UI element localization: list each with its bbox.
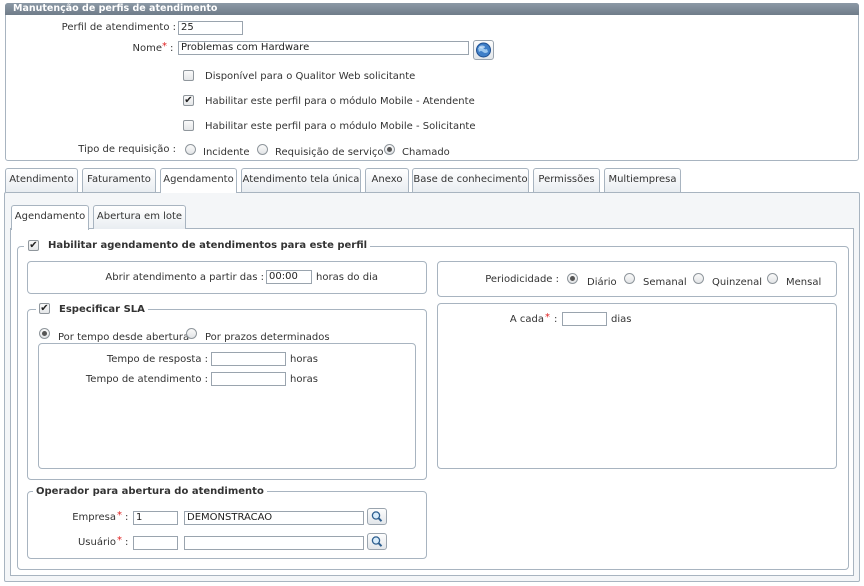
acada-suffix: dias <box>611 314 632 325</box>
periodo-mensal-label: Mensal <box>786 277 822 288</box>
globe-icon <box>476 42 491 58</box>
empresa-search-button[interactable] <box>367 508 387 525</box>
periodo-semanal-radio[interactable] <box>624 273 635 284</box>
tipo-requisicao-radio[interactable] <box>257 144 268 155</box>
tipo-label: Tipo de requisição : <box>78 144 176 155</box>
acada-required-mark: * <box>545 312 550 323</box>
tipo-incidente-label: Incidente <box>203 147 250 158</box>
resp-suffix: horas <box>290 354 318 365</box>
sla-label: Especificar SLA <box>56 304 148 315</box>
nome-required-mark: * <box>162 41 167 52</box>
atend-input[interactable] <box>211 372 286 386</box>
enable-agendamento-check: ✔ <box>29 240 38 251</box>
usuario-name-input[interactable] <box>184 536 364 550</box>
atend-label: Tempo de atendimento : <box>85 374 208 385</box>
nome-label: Nome <box>132 43 163 54</box>
tipo-requisicao-label: Requisição de serviço <box>275 147 384 158</box>
enable-agendamento-label: Habilitar agendamento de atendimentos pa… <box>45 240 371 251</box>
atend-suffix: horas <box>290 374 318 385</box>
resp-input[interactable] <box>211 352 286 366</box>
nome-colon: : <box>170 43 174 54</box>
enable-agendamento-checkbox[interactable]: ✔ <box>28 240 39 251</box>
mobile-atendente-check: ✔ <box>184 95 193 106</box>
tab-agendamento[interactable]: Agendamento <box>160 168 237 193</box>
mobile-atendente-checkbox[interactable]: ✔ <box>183 95 194 106</box>
nome-input[interactable]: Problemas com Hardware <box>178 41 469 55</box>
periodo-diario-radio[interactable] <box>567 273 578 284</box>
translate-globe-button[interactable] <box>473 40 494 60</box>
acada-box <box>437 303 837 469</box>
search-icon <box>371 536 383 547</box>
tab-atendimento-tela-unica[interactable]: Atendimento tela única <box>241 168 361 192</box>
empresa-code-input[interactable]: 1 <box>133 511 178 525</box>
mobile-solicitante-label: Habilitar este perfil para o módulo Mobi… <box>205 121 476 132</box>
tab-permissoes[interactable]: Permissões <box>533 168 600 192</box>
tipo-chamado-radio[interactable] <box>384 144 395 155</box>
periodo-diario-label: Diário <box>587 277 617 288</box>
acada-colon: : <box>554 314 558 325</box>
web-solicitante-checkbox[interactable] <box>183 70 194 81</box>
search-icon <box>371 511 383 522</box>
tipo-incidente-radio[interactable] <box>185 144 196 155</box>
operador-legend: Operador para abertura do atendimento <box>33 486 267 497</box>
sla-prazos-label: Por prazos determinados <box>205 332 330 343</box>
tab-anexo[interactable]: Anexo <box>365 168 409 192</box>
tipo-chamado-label: Chamado <box>402 147 450 158</box>
abrir-label: Abrir atendimento a partir das : <box>105 272 264 283</box>
empresa-colon: : <box>125 512 129 523</box>
subtab-abertura-lote[interactable]: Abertura em lote <box>93 205 186 229</box>
sla-tempo-abertura-label: Por tempo desde abertura <box>58 332 190 343</box>
periodo-quinzenal-radio[interactable] <box>693 273 704 284</box>
mobile-solicitante-checkbox[interactable] <box>183 120 194 131</box>
empresa-name-input[interactable]: DEMONSTRACAO <box>184 511 364 525</box>
abrir-time-input[interactable]: 00:00 <box>266 270 312 284</box>
sla-tempo-abertura-radio[interactable] <box>39 328 50 339</box>
usuario-required-mark: * <box>117 535 122 546</box>
perfil-input[interactable]: 25 <box>178 21 243 35</box>
sla-check: ✔ <box>40 303 49 314</box>
periodicidade-label: Periodicidade : <box>485 274 559 285</box>
empresa-label: Empresa <box>72 512 116 523</box>
acada-label: A cada <box>509 314 544 325</box>
periodo-semanal-label: Semanal <box>643 277 687 288</box>
tab-faturamento[interactable]: Faturamento <box>82 168 156 192</box>
web-solicitante-label: Disponível para o Qualitor Web solicitan… <box>205 71 416 82</box>
window-title: Manutenção de perfis de atendimento <box>5 3 859 15</box>
tab-atendimento[interactable]: Atendimento <box>5 168 78 192</box>
tab-base-conhecimento[interactable]: Base de conhecimento <box>412 168 529 192</box>
usuario-code-input[interactable] <box>133 536 178 550</box>
sla-prazos-radio[interactable] <box>186 328 197 339</box>
periodo-mensal-radio[interactable] <box>767 273 778 284</box>
sla-checkbox[interactable]: ✔ <box>39 303 50 314</box>
resp-label: Tempo de resposta : <box>106 354 208 365</box>
usuario-colon: : <box>125 537 129 548</box>
abrir-suffix: horas do dia <box>316 272 378 283</box>
subtab-agendamento[interactable]: Agendamento <box>11 205 89 230</box>
tab-multiempresa[interactable]: Multiempresa <box>604 168 681 192</box>
usuario-search-button[interactable] <box>367 533 387 550</box>
usuario-label: Usuário <box>77 537 116 548</box>
periodo-quinzenal-label: Quinzenal <box>712 277 762 288</box>
perfil-label: Perfil de atendimento : <box>61 22 176 33</box>
mobile-atendente-label: Habilitar este perfil para o módulo Mobi… <box>205 96 475 107</box>
empresa-required-mark: * <box>117 510 122 521</box>
acada-input[interactable] <box>562 312 607 326</box>
